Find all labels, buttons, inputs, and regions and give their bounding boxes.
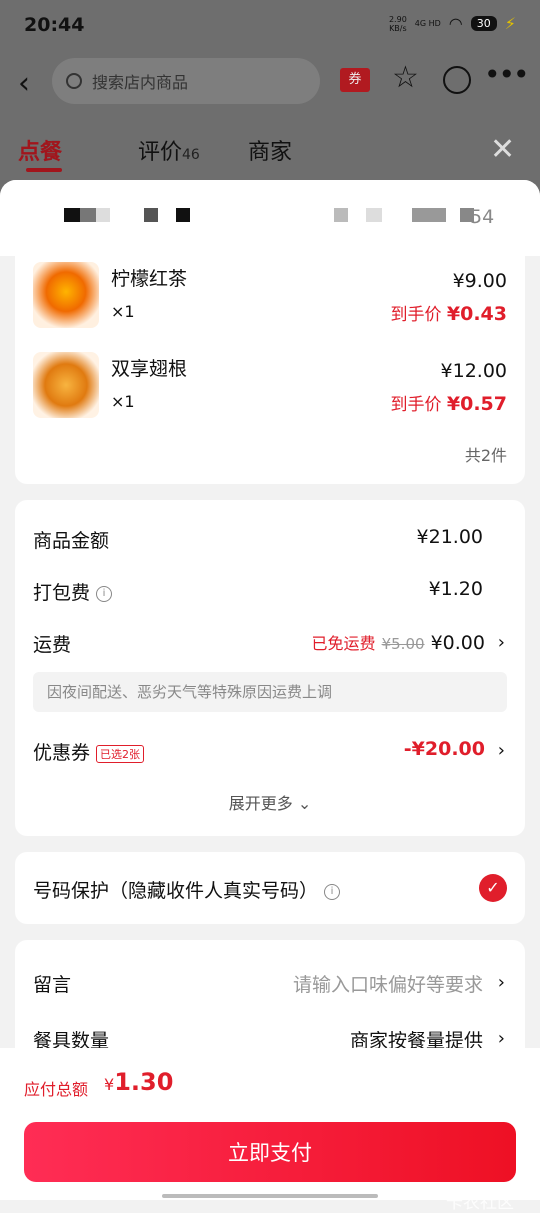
chevron-right-icon: › <box>497 972 505 993</box>
status-icons: 2.90 KB/s 4G HD ◠ 30 ⚡ <box>389 14 516 33</box>
items-card: 柠檬红茶 ×1 ¥9.00 到手价 ¥0.43 双享翅根 ×1 ¥12.00 到… <box>15 256 525 484</box>
lemon-tea-image <box>33 262 99 328</box>
close-icon[interactable]: ✕ <box>490 132 515 167</box>
privacy-label: 号码保护（隐藏收件人真实号码） i <box>33 876 341 903</box>
sheet-header: 54 <box>0 180 540 256</box>
item-qty: ×1 <box>111 302 135 321</box>
note-label: 留言 <box>33 974 72 996</box>
top-bar: ‹ 搜索店内商品 券 ☆ ••• <box>0 56 540 108</box>
tab-reviews[interactable]: 评价46 <box>138 134 200 166</box>
tab-merchant[interactable]: 商家 <box>248 134 292 166</box>
favorite-star-icon[interactable]: ☆ <box>392 60 419 95</box>
item-qty: ×1 <box>111 392 135 411</box>
total-label: 应付总额 <box>24 1080 89 1099</box>
search-icon <box>66 73 82 89</box>
wifi-icon: ◠ <box>448 14 463 33</box>
watermark-text: 卡农社区 <box>446 1193 514 1213</box>
header-right-text: 54 <box>470 206 495 228</box>
shipping-label: 运费 <box>33 634 72 656</box>
shipping-value[interactable]: 已免运费 ¥5.00 ¥0.00 <box>312 630 485 654</box>
chevron-right-icon: › <box>497 740 505 761</box>
store-tabs: 点餐 评价46 商家 ✕ <box>0 130 540 176</box>
masked-text <box>96 208 110 222</box>
chicken-wing-image <box>33 352 99 418</box>
chevron-right-icon: › <box>497 1028 505 1049</box>
fees-card: 商品金额 ¥21.00 打包费 i ¥1.20 运费 已免运费 ¥5.00 ¥0.… <box>15 500 525 836</box>
goods-amount-value: ¥21.00 <box>416 526 483 548</box>
signal-icon: 4G HD <box>414 19 441 28</box>
item-name: 双享翅根 <box>111 358 188 380</box>
customer-service-icon[interactable] <box>443 66 471 94</box>
item-final-price: 到手价 ¥0.57 <box>390 393 507 415</box>
battery-icon: 30 <box>470 16 497 31</box>
privacy-checkbox-checked-icon[interactable]: ✓ <box>479 874 507 902</box>
charging-icon: ⚡ <box>504 14 516 33</box>
item-price: ¥12.00 <box>440 360 507 382</box>
item-price: ¥9.00 <box>452 270 507 292</box>
expand-more-button[interactable]: 展开更多 ⌄ <box>15 790 525 814</box>
chevron-right-icon: › <box>497 632 505 653</box>
order-sheet: 54 柠檬红茶 ×1 ¥9.00 到手价 ¥0.43 双享翅根 ×1 ¥12.0… <box>0 180 540 1200</box>
goods-amount-label: 商品金额 <box>33 530 110 552</box>
privacy-card: 号码保护（隐藏收件人真实号码） i ✓ <box>15 852 525 924</box>
coupon-selected-badge: 已选2张 <box>96 744 145 763</box>
masked-text <box>64 208 80 222</box>
total-amount: ¥1.30 <box>104 1068 174 1096</box>
tab-active-indicator <box>26 168 62 172</box>
coupon-value[interactable]: -¥20.00 <box>404 738 485 760</box>
more-icon[interactable]: ••• <box>484 58 530 91</box>
back-icon[interactable]: ‹ <box>18 66 30 101</box>
tab-order[interactable]: 点餐 <box>18 134 62 166</box>
masked-text <box>144 208 158 222</box>
pay-now-button[interactable]: 立即支付 <box>24 1122 516 1182</box>
masked-text <box>412 208 446 222</box>
packing-fee-value: ¥1.20 <box>428 578 483 600</box>
shipping-notice: 因夜间配送、恶劣天气等特殊原因运费上调 <box>33 672 507 712</box>
home-indicator[interactable] <box>162 1194 378 1198</box>
masked-text <box>80 208 96 222</box>
search-input[interactable]: 搜索店内商品 <box>52 58 320 104</box>
payment-footer: 应付总额 ¥1.30 立即支付 卡农社区 <box>0 1048 540 1213</box>
coupon-icon[interactable]: 券 <box>340 68 370 92</box>
items-count: 共2件 <box>464 446 507 465</box>
packing-fee-label: 打包费 i <box>33 578 113 605</box>
masked-text <box>334 208 348 222</box>
masked-text <box>366 208 382 222</box>
info-icon[interactable]: i <box>96 585 113 602</box>
net-speed: 2.90 KB/s <box>388 14 407 33</box>
note-input[interactable]: 请输入口味偏好等要求 <box>293 970 483 997</box>
item-final-price: 到手价 ¥0.43 <box>390 303 507 325</box>
coupon-label: 优惠券 已选2张 <box>33 738 145 765</box>
status-bar: 20:44 2.90 KB/s 4G HD ◠ 30 ⚡ <box>0 0 540 50</box>
status-time: 20:44 <box>24 14 85 36</box>
info-icon[interactable]: i <box>324 883 341 900</box>
masked-text <box>176 208 190 222</box>
search-placeholder: 搜索店内商品 <box>92 73 189 92</box>
item-name: 柠檬红茶 <box>111 268 188 290</box>
chevron-down-icon: ⌄ <box>297 794 312 813</box>
